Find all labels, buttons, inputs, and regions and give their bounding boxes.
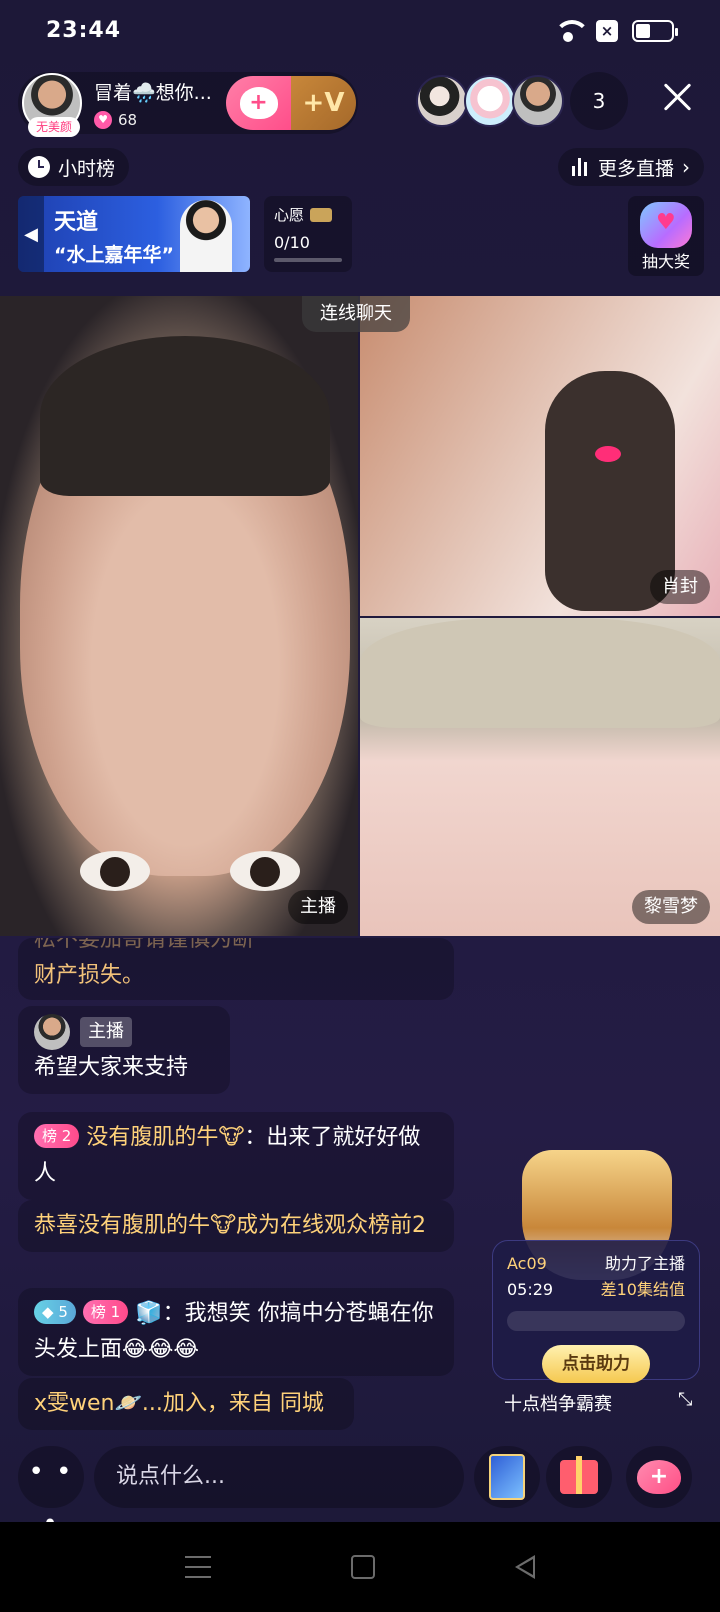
lottery-gift-icon [640, 202, 692, 248]
chat-text: x雯wen🪐...加入，来自 同城 [34, 1391, 324, 1416]
host-likes-count: 68 [118, 110, 138, 129]
menu-icon[interactable] [185, 1556, 211, 1578]
more-live-button[interactable]: 更多直播 › [557, 148, 704, 186]
heart-plus-icon: + [637, 1460, 681, 1494]
wish-progress: 0/10 [274, 233, 310, 252]
bar-chart-icon [571, 158, 590, 176]
level-value: 5 [58, 1303, 68, 1321]
rank-badge: 榜 1 [82, 1300, 129, 1324]
wish-title: 心愿 [274, 206, 305, 224]
online-viewers[interactable]: 3 [416, 72, 628, 130]
chevron-left-icon[interactable]: ◀ [18, 196, 44, 272]
lottery-label: 抽大奖 [641, 252, 690, 271]
event-banner[interactable]: ◀ 天道 “水上嘉年华” [18, 196, 250, 272]
chat-text: 财产损失。 [34, 963, 145, 988]
lottery-button[interactable]: 抽大奖 [628, 196, 704, 276]
avatar[interactable] [34, 1014, 70, 1050]
level-badge: ◆ 5 [34, 1300, 76, 1324]
vip-follow-button[interactable]: +V [291, 76, 356, 130]
status-time: 23:44 [46, 18, 122, 43]
contest-action: 助力了主播 [604, 1254, 685, 1273]
contest-title: 十点档争霸赛 [504, 1394, 612, 1415]
card-button[interactable] [474, 1446, 540, 1508]
contest-timer: 05:29 [507, 1280, 554, 1299]
chat-username[interactable]: 没有腹肌的牛🐮 [86, 1125, 244, 1150]
viewer-avatar[interactable] [512, 75, 564, 127]
hour-rank-label: 小时榜 [58, 157, 116, 180]
chat-message-join: x雯wen🪐...加入，来自 同城 [18, 1378, 354, 1430]
guest-video-2-tag: 黎雪梦 [632, 890, 710, 924]
contest-code: Ac09 [507, 1254, 547, 1273]
chat-hidden-line: 松不要加哥请谨慎为断 [34, 938, 255, 952]
heart-plus-icon: + [239, 87, 278, 119]
close-icon[interactable] [662, 82, 692, 112]
host-video-tag: 主播 [288, 890, 348, 924]
no-sim-icon: × [596, 20, 618, 42]
heart-icon: ♥ [94, 110, 112, 129]
like-button[interactable]: + [626, 1446, 692, 1508]
plus-v-icon: +V [302, 88, 345, 118]
banner-title: 天道 [54, 210, 99, 235]
host-video[interactable]: 主播 [0, 296, 358, 936]
fan-club-button[interactable]: + [226, 76, 291, 130]
guest-video-2[interactable]: 黎雪梦 [360, 618, 720, 936]
chat-username[interactable]: 🧊 [135, 1301, 162, 1326]
rank-badge: 榜 2 [34, 1124, 80, 1148]
clock-icon [28, 156, 50, 178]
system-navigation-bar [0, 1522, 720, 1612]
more-live-label: 更多直播 [597, 157, 674, 180]
no-beauty-badge: 无美颜 [28, 117, 80, 137]
chat-message: 恭喜没有腹肌的牛🐮成为在线观众榜前2 [18, 1200, 454, 1252]
chat-message: ◆ 5 榜 1 🧊：我想笑 你搞中分苍蝇在你头发上面😂😂😂 [18, 1288, 454, 1376]
contest-progress-bar [507, 1311, 685, 1331]
gift-button[interactable] [546, 1446, 612, 1508]
host-info[interactable]: 无美颜 冒着🌧️想你... ♥ 68 + +V [18, 72, 358, 137]
viewer-avatar[interactable] [416, 75, 468, 127]
gift-icon [560, 1456, 598, 1494]
chat-message-host: 主播 希望大家来支持 [18, 1006, 230, 1094]
contest-widget[interactable]: Ac09 助力了主播 05:29 差10集结值 点击助力 十点档争霸赛 ⤡ [492, 1150, 700, 1415]
home-icon[interactable] [351, 1555, 375, 1579]
back-icon[interactable] [515, 1555, 535, 1579]
host-chip: 主播 [80, 1017, 132, 1047]
chat-text: 恭喜没有腹肌的牛🐮成为在线观众榜前2 [34, 1213, 427, 1238]
viewer-count[interactable]: 3 [570, 72, 628, 130]
host-avatar[interactable]: 无美颜 [22, 73, 82, 137]
hour-rank-button[interactable]: 小时榜 [18, 148, 130, 186]
chat-text: 希望大家来支持 [34, 1055, 189, 1080]
more-button[interactable]: • • • [18, 1446, 84, 1539]
battery-icon [632, 20, 678, 42]
connect-chat-tag[interactable]: 连线聊天 [302, 296, 410, 332]
contest-card: Ac09 助力了主播 05:29 差10集结值 点击助力 [492, 1240, 700, 1383]
boost-button[interactable]: 点击助力 [542, 1345, 650, 1383]
card-icon [489, 1454, 525, 1500]
crown-icon [310, 207, 333, 222]
banner-portrait [180, 200, 232, 272]
contest-gap: 差10集结值 [600, 1280, 685, 1299]
wish-card[interactable]: 心愿 0/10 [264, 196, 352, 272]
wifi-icon [554, 20, 590, 42]
banner-subtitle: “水上嘉年华” [54, 244, 174, 266]
follow-button[interactable]: + +V [226, 76, 356, 130]
chevron-right-icon: › [682, 155, 690, 179]
collapse-icon[interactable]: ⤡ [678, 1390, 698, 1410]
guest-video-1[interactable]: 肖封 [360, 296, 720, 616]
host-name: 冒着🌧️想你... [94, 81, 212, 104]
wish-progress-bar [274, 258, 342, 262]
status-icons: × [554, 20, 678, 42]
chat-message: 榜 2 没有腹肌的牛🐮：出来了就好好做人 [18, 1112, 454, 1200]
chat-message-system: 松不要加哥请谨慎为断 财产损失。 [18, 938, 454, 1000]
viewer-avatar[interactable] [464, 75, 516, 127]
comment-input[interactable]: 说点什么... [94, 1446, 464, 1508]
guest-video-1-tag: 肖封 [650, 570, 710, 604]
